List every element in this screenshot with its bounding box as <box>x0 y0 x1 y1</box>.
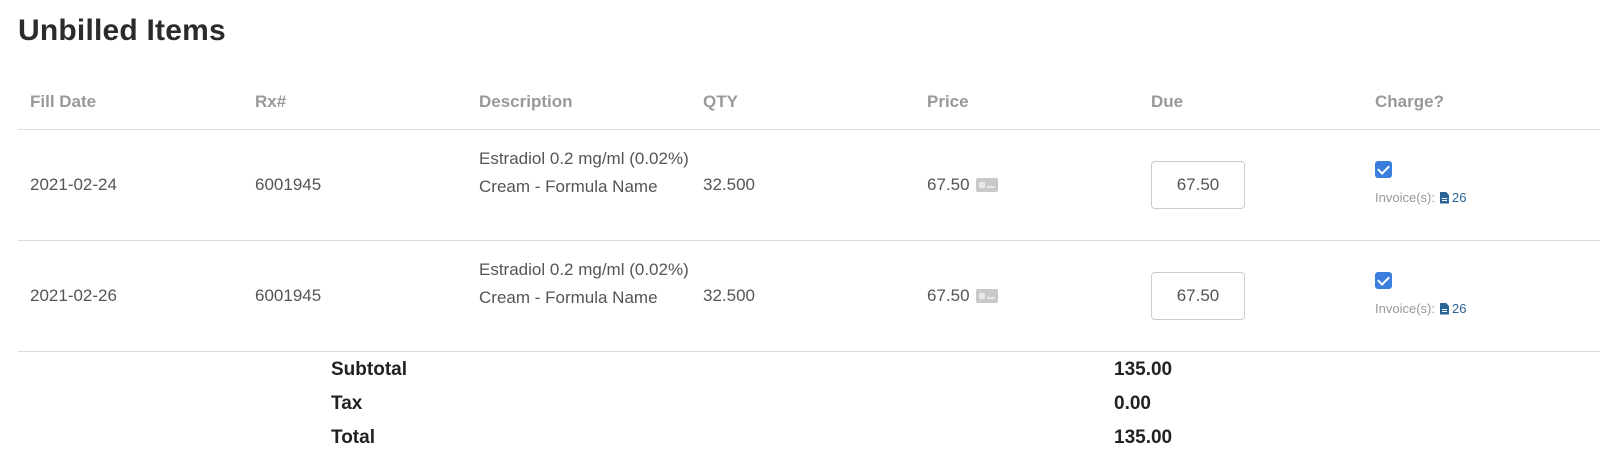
charge-cell: Invoice(s): 26 <box>1375 161 1466 205</box>
total-label: Total <box>331 427 375 448</box>
fill-date-cell: 2021-02-24 <box>30 175 117 194</box>
rx-cell: 6001945 <box>255 175 322 194</box>
price-cell: 67.50 <box>927 175 998 195</box>
fill-date-cell: 2021-02-26 <box>30 286 117 305</box>
invoice-line: Invoice(s): 26 <box>1375 190 1466 205</box>
file-icon[interactable] <box>1439 302 1449 315</box>
tax-value: 0.00 <box>1114 393 1151 414</box>
header-due: Due <box>1151 92 1184 111</box>
description-cell: Estradiol 0.2 mg/ml (0.02%) Cream - Form… <box>479 260 689 307</box>
subtotal-value: 135.00 <box>1114 359 1173 380</box>
qty-cell: 32.500 <box>703 286 755 305</box>
credit-card-icon[interactable] <box>975 289 998 303</box>
due-input[interactable] <box>1151 161 1245 209</box>
qty-cell: 32.500 <box>703 175 755 194</box>
invoice-label: Invoice(s): <box>1375 301 1435 316</box>
description-cell: Estradiol 0.2 mg/ml (0.02%) Cream - Form… <box>479 149 689 196</box>
price-cell: 67.50 <box>927 286 998 306</box>
subtotal-label: Subtotal <box>331 359 407 380</box>
table-header: Fill Date Rx# Description QTY Price Due … <box>18 76 1600 130</box>
charge-cell: Invoice(s): 26 <box>1375 272 1466 316</box>
invoice-label: Invoice(s): <box>1375 190 1435 205</box>
header-rx: Rx# <box>255 92 287 111</box>
header-description: Description <box>479 92 573 111</box>
header-price: Price <box>927 92 969 111</box>
header-fill-date: Fill Date <box>30 92 97 111</box>
charge-checkbox[interactable] <box>1375 272 1392 289</box>
due-input[interactable] <box>1151 272 1245 320</box>
charge-checkbox[interactable] <box>1375 161 1392 178</box>
price-value: 67.50 <box>927 175 970 194</box>
header-charge: Charge? <box>1375 92 1444 111</box>
price-value: 67.50 <box>927 286 970 305</box>
page-title: Unbilled Items <box>18 14 226 47</box>
tax-label: Tax <box>331 393 363 414</box>
total-value: 135.00 <box>1114 427 1173 448</box>
table-row: 2021-02-24 6001945 Estradiol 0.2 mg/ml (… <box>18 130 1600 241</box>
file-icon[interactable] <box>1439 191 1449 204</box>
invoice-link[interactable]: 26 <box>1452 301 1466 316</box>
unbilled-items-page: Unbilled Items Fill Date Rx# Description… <box>0 0 1600 471</box>
invoice-link[interactable]: 26 <box>1452 190 1466 205</box>
unbilled-items-table: Fill Date Rx# Description QTY Price Due … <box>18 76 1600 352</box>
invoice-line: Invoice(s): 26 <box>1375 301 1466 316</box>
header-qty: QTY <box>703 92 738 111</box>
credit-card-icon[interactable] <box>975 178 998 192</box>
table-row: 2021-02-26 6001945 Estradiol 0.2 mg/ml (… <box>18 241 1600 352</box>
rx-cell: 6001945 <box>255 286 322 305</box>
